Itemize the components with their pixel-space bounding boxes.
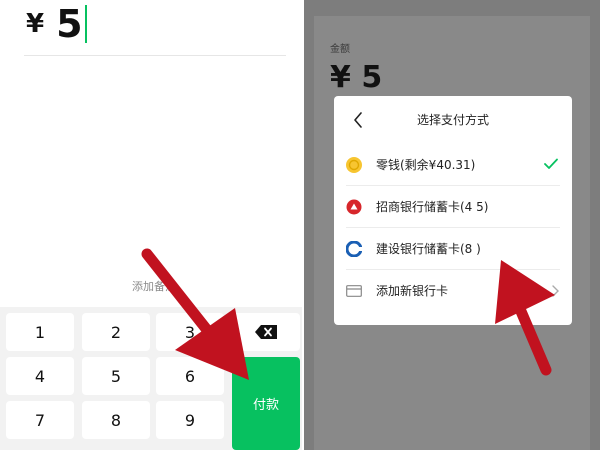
amount-value: 5 [56,2,83,46]
dialog-title: 选择支付方式 [416,113,489,127]
add-bank-card-option[interactable]: 添加新银行卡 [334,270,572,312]
payment-amount-screen: ¥ 5 添加备注 1 2 3 4 5 6 7 8 9 付款 [0,0,302,450]
key-1[interactable]: 1 [6,313,74,351]
numeric-keypad: 1 2 3 4 5 6 7 8 9 付款 [0,307,302,450]
backspace-icon [255,325,277,339]
backspace-key[interactable] [232,313,300,351]
ccb-bank-icon [346,241,362,257]
key-6[interactable]: 6 [156,357,224,395]
key-7[interactable]: 7 [6,401,74,439]
payment-option-label: 零钱(剩余¥40.31) [376,158,476,172]
pay-button[interactable]: 付款 [232,357,300,450]
payment-option-ccb-card[interactable]: 建设银行储蓄卡(8 ) [334,228,572,270]
amount-input[interactable]: ¥ 5 [26,2,87,46]
currency-symbol: ¥ [26,9,45,39]
payment-option-label: 招商银行储蓄卡(4 5) [376,200,489,214]
chevron-right-icon [552,285,559,297]
check-icon [544,158,558,169]
key-4[interactable]: 4 [6,357,74,395]
card-icon [346,285,362,297]
amount-label: 金额 [330,44,350,55]
key-8[interactable]: 8 [82,401,150,439]
payment-option-balance[interactable]: 零钱(剩余¥40.31) [334,144,572,186]
key-5[interactable]: 5 [82,357,150,395]
text-caret [84,5,87,43]
chevron-left-icon[interactable] [350,110,366,130]
key-3[interactable]: 3 [156,313,224,351]
payment-option-label: 添加新银行卡 [376,284,449,298]
add-note-link[interactable]: 添加备注 [132,278,172,294]
coin-icon [346,157,362,173]
payment-method-dialog: 选择支付方式 零钱(剩余¥40.31) 招商银行储蓄卡(4 5) 建设银行储蓄卡… [334,96,572,325]
payment-option-cmb-card[interactable]: 招商银行储蓄卡(4 5) [334,186,572,228]
key-2[interactable]: 2 [82,313,150,351]
key-9[interactable]: 9 [156,401,224,439]
background-amount: ¥ 5 [330,60,383,95]
payment-method-screen: 金额 ¥ 5 选择支付方式 零钱(剩余¥40.31) 招商银行储蓄卡(4 5) … [304,0,600,450]
payment-option-label: 建设银行储蓄卡(8 ) [376,242,481,256]
amount-divider [24,55,286,56]
dialog-header: 选择支付方式 [334,96,572,144]
cmb-bank-icon [346,199,362,215]
